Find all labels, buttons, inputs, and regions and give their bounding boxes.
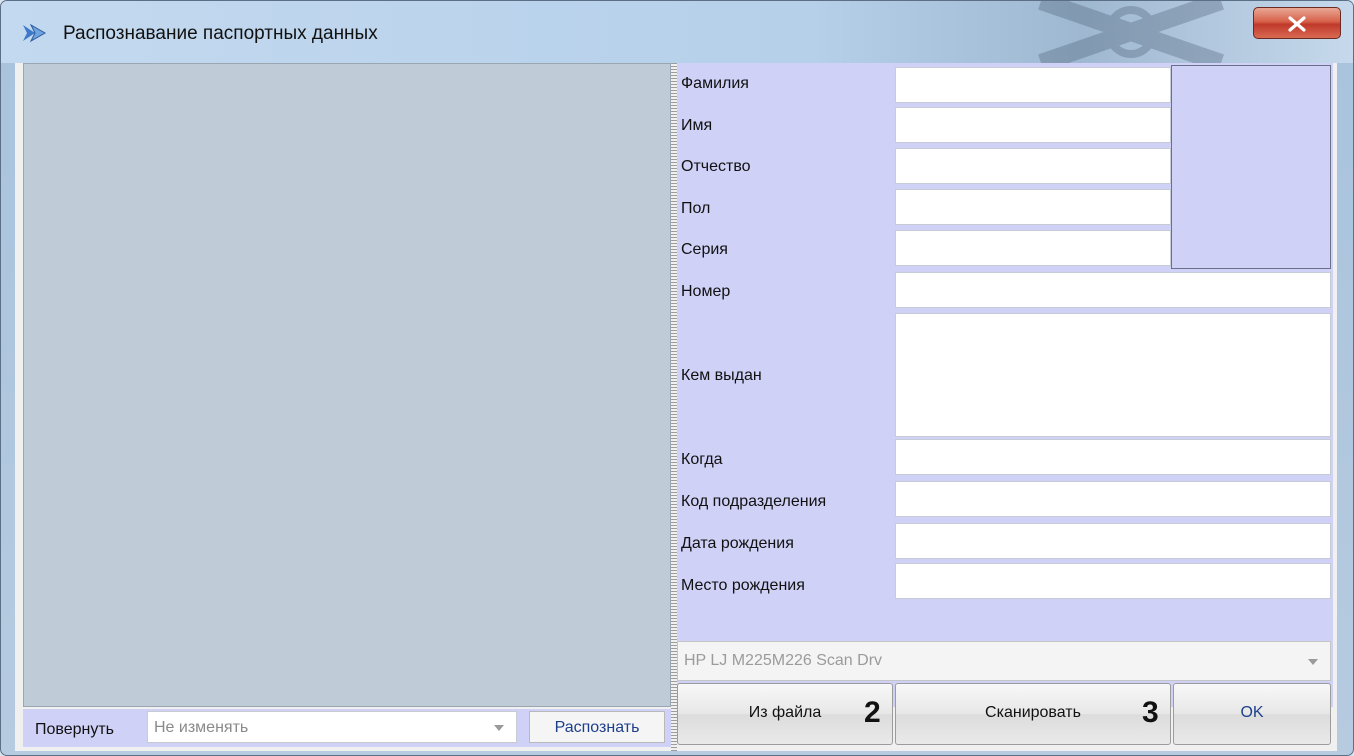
from-file-button[interactable]: Из файла 2 (677, 683, 893, 745)
series-input[interactable] (895, 230, 1171, 266)
chevron-down-icon[interactable] (1308, 659, 1318, 665)
rotate-select[interactable]: Не изменять (147, 711, 517, 743)
recognize-button[interactable]: Распознать (529, 711, 665, 743)
birth-date-input[interactable] (895, 523, 1331, 559)
background-decoration (1038, 1, 1224, 63)
field-label-number: Номер (681, 283, 731, 300)
field-label-name: Имя (681, 117, 713, 134)
scan-button-label: Сканировать (985, 704, 1081, 721)
image-toolbar: Повернуть Не изменять Распознать (23, 709, 673, 747)
step-marker-2: 2 (864, 696, 881, 729)
field-label-issued-by: Кем выдан (681, 367, 762, 384)
field-label-sex: Пол (681, 200, 711, 217)
title-bar[interactable]: Распознавание паспортных данных (1, 1, 1353, 63)
ok-button-label: OK (1240, 704, 1264, 721)
app-icon (23, 23, 47, 43)
field-label-birth-date: Дата рождения (681, 535, 794, 552)
scan-button[interactable]: Сканировать 3 (895, 683, 1171, 745)
ok-button[interactable]: OK (1173, 683, 1331, 745)
issue-date-input[interactable] (895, 439, 1331, 475)
issued-by-input[interactable] (895, 313, 1331, 437)
dialog-window: Распознавание паспортных данных Повернут… (0, 0, 1354, 756)
from-file-button-label: Из файла (748, 704, 822, 721)
close-button[interactable] (1253, 7, 1341, 39)
rotate-select-value: Не изменять (154, 719, 249, 736)
surname-input[interactable] (895, 67, 1171, 103)
number-input[interactable] (895, 272, 1331, 308)
close-icon (1288, 16, 1306, 32)
passport-fields-panel: Фамилия Имя Отчество Пол Серия Номер Кем… (677, 63, 1333, 707)
field-label-birth-place: Место рождения (681, 577, 805, 594)
dialog-client-area: Повернуть Не изменять Распознать Фамилия… (15, 63, 1337, 751)
scanner-select[interactable]: HP LJ M225M226 Scan Drv (677, 641, 1331, 681)
passport-image-area[interactable] (23, 63, 671, 707)
chevron-down-icon[interactable] (494, 725, 504, 731)
sex-input[interactable] (895, 189, 1171, 225)
field-label-surname: Фамилия (681, 75, 749, 92)
photo-placeholder (1171, 65, 1331, 269)
recognize-button-label: Распознать (554, 719, 640, 736)
window-title: Распознавание паспортных данных (63, 23, 378, 44)
rotate-label: Повернуть (35, 721, 115, 738)
division-code-input[interactable] (895, 481, 1331, 517)
scanner-select-value: HP LJ M225M226 Scan Drv (684, 652, 883, 669)
birth-place-input[interactable] (895, 563, 1331, 599)
name-input[interactable] (895, 107, 1171, 143)
field-label-patronymic: Отчество (681, 158, 751, 175)
field-label-issue-date: Когда (681, 451, 723, 468)
patronymic-input[interactable] (895, 148, 1171, 184)
field-label-division-code: Код подразделения (681, 493, 827, 510)
step-marker-3: 3 (1142, 696, 1159, 729)
field-label-series: Серия (681, 241, 728, 258)
